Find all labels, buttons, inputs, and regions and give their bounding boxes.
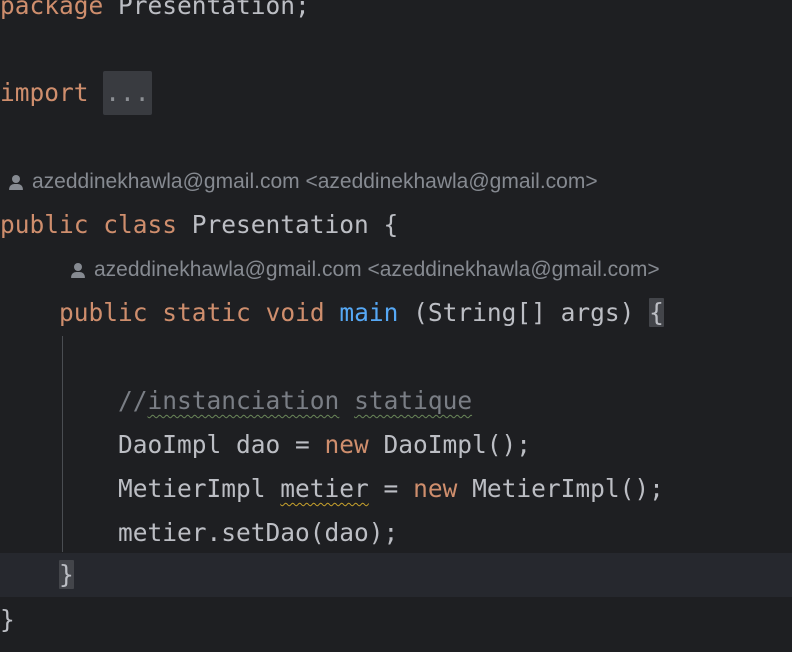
close-brace: } [0, 605, 15, 634]
code-line-package[interactable]: package Presentation; [0, 0, 792, 28]
code-text: MetierImpl(); [457, 474, 664, 503]
author-inlay-hint[interactable]: azeddinekhawla@gmail.com <azeddinekhawla… [8, 167, 598, 197]
keyword: new [324, 430, 369, 459]
person-icon [70, 262, 86, 278]
open-brace: { [649, 298, 664, 327]
package-name: Presentation; [103, 0, 310, 20]
code-line-dao[interactable]: DaoImpl dao = new DaoImpl(); [0, 423, 792, 467]
close-brace: } [59, 560, 74, 589]
author-inlay-hint[interactable]: azeddinekhawla@gmail.com <azeddinekhawla… [70, 255, 660, 285]
comment-space [339, 386, 354, 415]
keyword: public [0, 210, 89, 239]
keyword: package [0, 0, 104, 20]
code-editor[interactable]: package Presentation; import ... azeddin… [0, 0, 792, 652]
author-text: azeddinekhawla@gmail.com <azeddinekhawla… [32, 170, 598, 193]
code-line-main[interactable]: public static void main (String[] args) … [0, 291, 792, 335]
code-line-class[interactable]: public class Presentation { [0, 203, 792, 247]
keyword: public [59, 298, 148, 327]
code-line-import[interactable]: import ... [0, 71, 792, 115]
code-text: = [368, 474, 414, 503]
code-text: DaoImpl(); [368, 430, 532, 459]
comment-slashes: // [118, 386, 148, 415]
code-line-setdao[interactable]: metier.setDao(dao); [0, 511, 792, 555]
code-line-comment[interactable]: //instanciation statique [0, 379, 792, 423]
method-name: main [339, 298, 399, 327]
code-text: DaoImpl dao = [118, 430, 325, 459]
author-text: azeddinekhawla@gmail.com <azeddinekhawla… [94, 258, 660, 281]
variable-name: metier [280, 474, 369, 503]
keyword: import [0, 78, 89, 107]
keyword: class [103, 210, 178, 239]
keyword: static [162, 298, 251, 327]
class-declaration: Presentation { [177, 210, 399, 239]
code-line-close-class[interactable]: } [0, 598, 792, 642]
comment-word: instanciation [147, 386, 340, 415]
folded-imports[interactable]: ... [103, 71, 152, 115]
code-text: MetierImpl [118, 474, 281, 503]
keyword: new [413, 474, 458, 503]
method-params: (String[] args) [398, 298, 650, 327]
keyword: void [265, 298, 325, 327]
person-icon [8, 174, 24, 190]
code-text: metier.setDao(dao); [118, 518, 399, 547]
comment-word: statique [354, 386, 473, 415]
code-line-close-method[interactable]: } [0, 553, 792, 597]
code-line-metier[interactable]: MetierImpl metier = new MetierImpl(); [0, 467, 792, 511]
